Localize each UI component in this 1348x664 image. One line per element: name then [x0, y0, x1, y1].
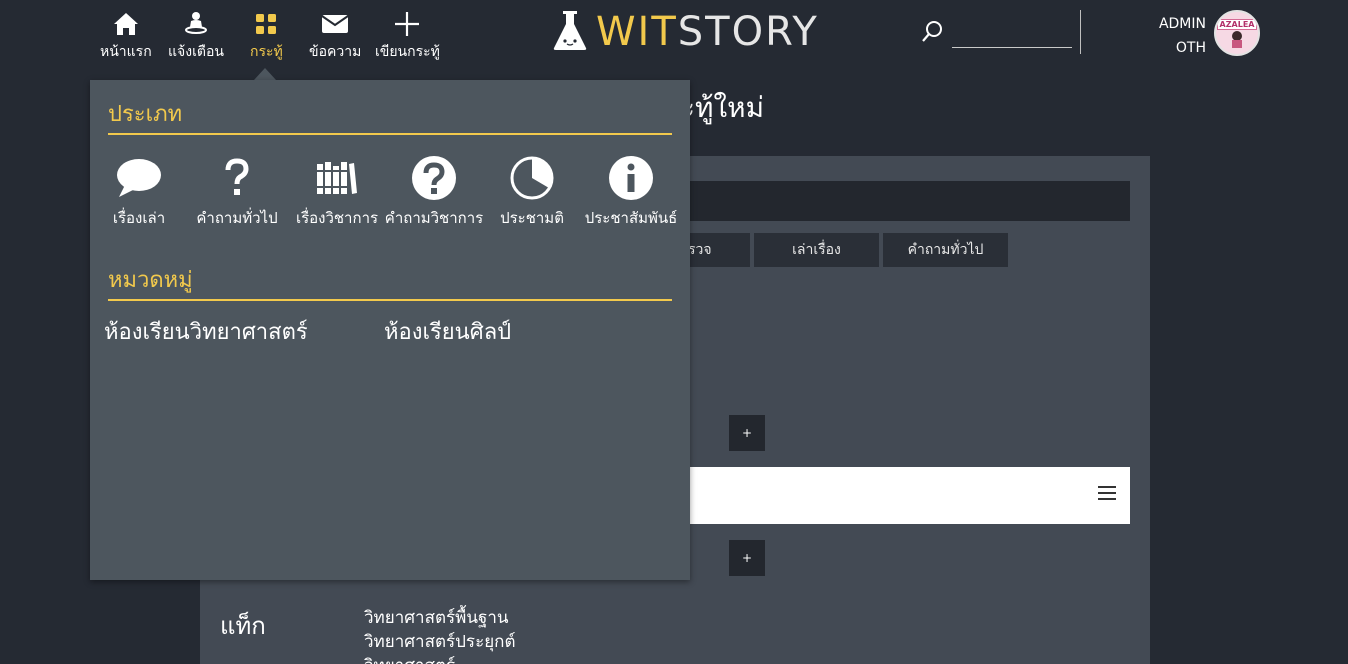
- threads-dropdown: ประเภท เรื่องเล่า คำถามทั่วไป เรื่องวิชา…: [90, 80, 690, 580]
- add-button-2[interactable]: +: [729, 540, 765, 576]
- tag-item[interactable]: วิทยาศาสตร์ประยุกต์: [364, 630, 516, 654]
- home-icon: [112, 10, 140, 38]
- type-academic-question[interactable]: คำถามวิชาการ: [383, 154, 485, 230]
- flask-icon: [552, 8, 588, 56]
- types-section-title: ประเภท: [108, 96, 672, 135]
- question-circle-icon: [411, 154, 457, 202]
- content-editor[interactable]: [680, 467, 1130, 524]
- search-icon[interactable]: [920, 18, 944, 48]
- type-announcement-label: ประชาสัมพันธ์: [584, 209, 678, 227]
- plus-icon: [393, 10, 421, 38]
- site-logo[interactable]: WITSTORY: [552, 8, 819, 56]
- type-general-question-label: คำถามทั่วไป: [196, 209, 278, 227]
- speech-bubble-icon: [115, 154, 163, 202]
- tags-label: แท็ก: [220, 612, 266, 640]
- thread-title-input[interactable]: [680, 181, 1130, 221]
- mail-icon: [321, 10, 349, 38]
- nav-threads-label: กระทู้: [250, 44, 283, 60]
- type-poll-label: ประชามติ: [500, 209, 564, 227]
- type-academic-story-label: เรื่องวิชาการ: [295, 209, 379, 227]
- type-tab-survey[interactable]: รวจ: [680, 233, 750, 267]
- tag-item[interactable]: วิทยาศาสตร์พื้นฐาน: [364, 606, 516, 630]
- avatar[interactable]: AZALEA: [1214, 10, 1260, 56]
- type-general-question[interactable]: คำถามทั่วไป: [196, 154, 278, 230]
- add-button[interactable]: +: [729, 415, 765, 451]
- notification-icon: [184, 10, 208, 38]
- avatar-label: AZALEA: [1216, 18, 1258, 30]
- type-academic-question-label: คำถามวิชาการ: [384, 209, 484, 227]
- type-tab-general-question[interactable]: คำถามทั่วไป: [883, 233, 1008, 267]
- page-title: ะทู้ใหม่: [680, 91, 765, 124]
- nav-write-thread[interactable]: เขียนกระทู้: [375, 10, 440, 63]
- nav-home[interactable]: หน้าแรก: [100, 10, 152, 63]
- user-name-line2: OTH: [1175, 40, 1206, 56]
- category-science-classroom[interactable]: ห้องเรียนวิทยาศาสตร์: [104, 314, 308, 349]
- books-icon: [316, 154, 358, 202]
- nav-messages[interactable]: ข้อความ: [309, 10, 361, 63]
- type-announcement[interactable]: ประชาสัมพันธ์: [582, 154, 680, 230]
- search-bar: [920, 18, 1072, 48]
- top-navbar: หน้าแรก แจ้งเตือน กระทู้ ข้อความ เขียนกร…: [0, 0, 1348, 80]
- avatar-figure-icon: [1232, 30, 1242, 48]
- dropdown-caret: [254, 68, 276, 80]
- type-poll[interactable]: ประชามติ: [498, 154, 566, 230]
- nav-notifications-label: แจ้งเตือน: [168, 44, 224, 60]
- type-story[interactable]: เรื่องเล่า: [112, 154, 166, 230]
- pie-chart-icon: [509, 154, 555, 202]
- tags-list: วิทยาศาสตร์พื้นฐาน วิทยาศาสตร์ประยุกต์ ว…: [364, 606, 516, 664]
- type-tab-story[interactable]: เล่าเรื่อง: [754, 233, 879, 267]
- type-story-label: เรื่องเล่า: [112, 209, 166, 227]
- category-arts-classroom[interactable]: ห้องเรียนศิลป์: [384, 314, 511, 349]
- type-academic-story[interactable]: เรื่องวิชาการ: [292, 154, 382, 230]
- tag-item[interactable]: วิทยาศาสตร์...: [364, 654, 516, 664]
- categories-section-title: หมวดหมู่: [108, 262, 672, 301]
- nav-write-thread-label: เขียนกระทู้: [375, 44, 440, 60]
- menu-icon[interactable]: [1098, 486, 1116, 500]
- grid-icon: [255, 10, 277, 38]
- user-name-line1: ADMIN: [1158, 16, 1206, 32]
- nav-threads[interactable]: กระทู้: [250, 10, 283, 63]
- nav-home-label: หน้าแรก: [100, 44, 152, 60]
- header-divider: [1080, 10, 1081, 54]
- user-name[interactable]: ADMIN OTH: [1150, 12, 1206, 60]
- logo-story-text: STORY: [677, 9, 819, 55]
- logo-wit-text: WIT: [596, 9, 678, 55]
- question-mark-icon: [224, 154, 250, 202]
- nav-messages-label: ข้อความ: [309, 44, 362, 60]
- search-input[interactable]: [952, 20, 1072, 48]
- nav-notifications[interactable]: แจ้งเตือน: [168, 10, 224, 63]
- info-icon: [608, 154, 654, 202]
